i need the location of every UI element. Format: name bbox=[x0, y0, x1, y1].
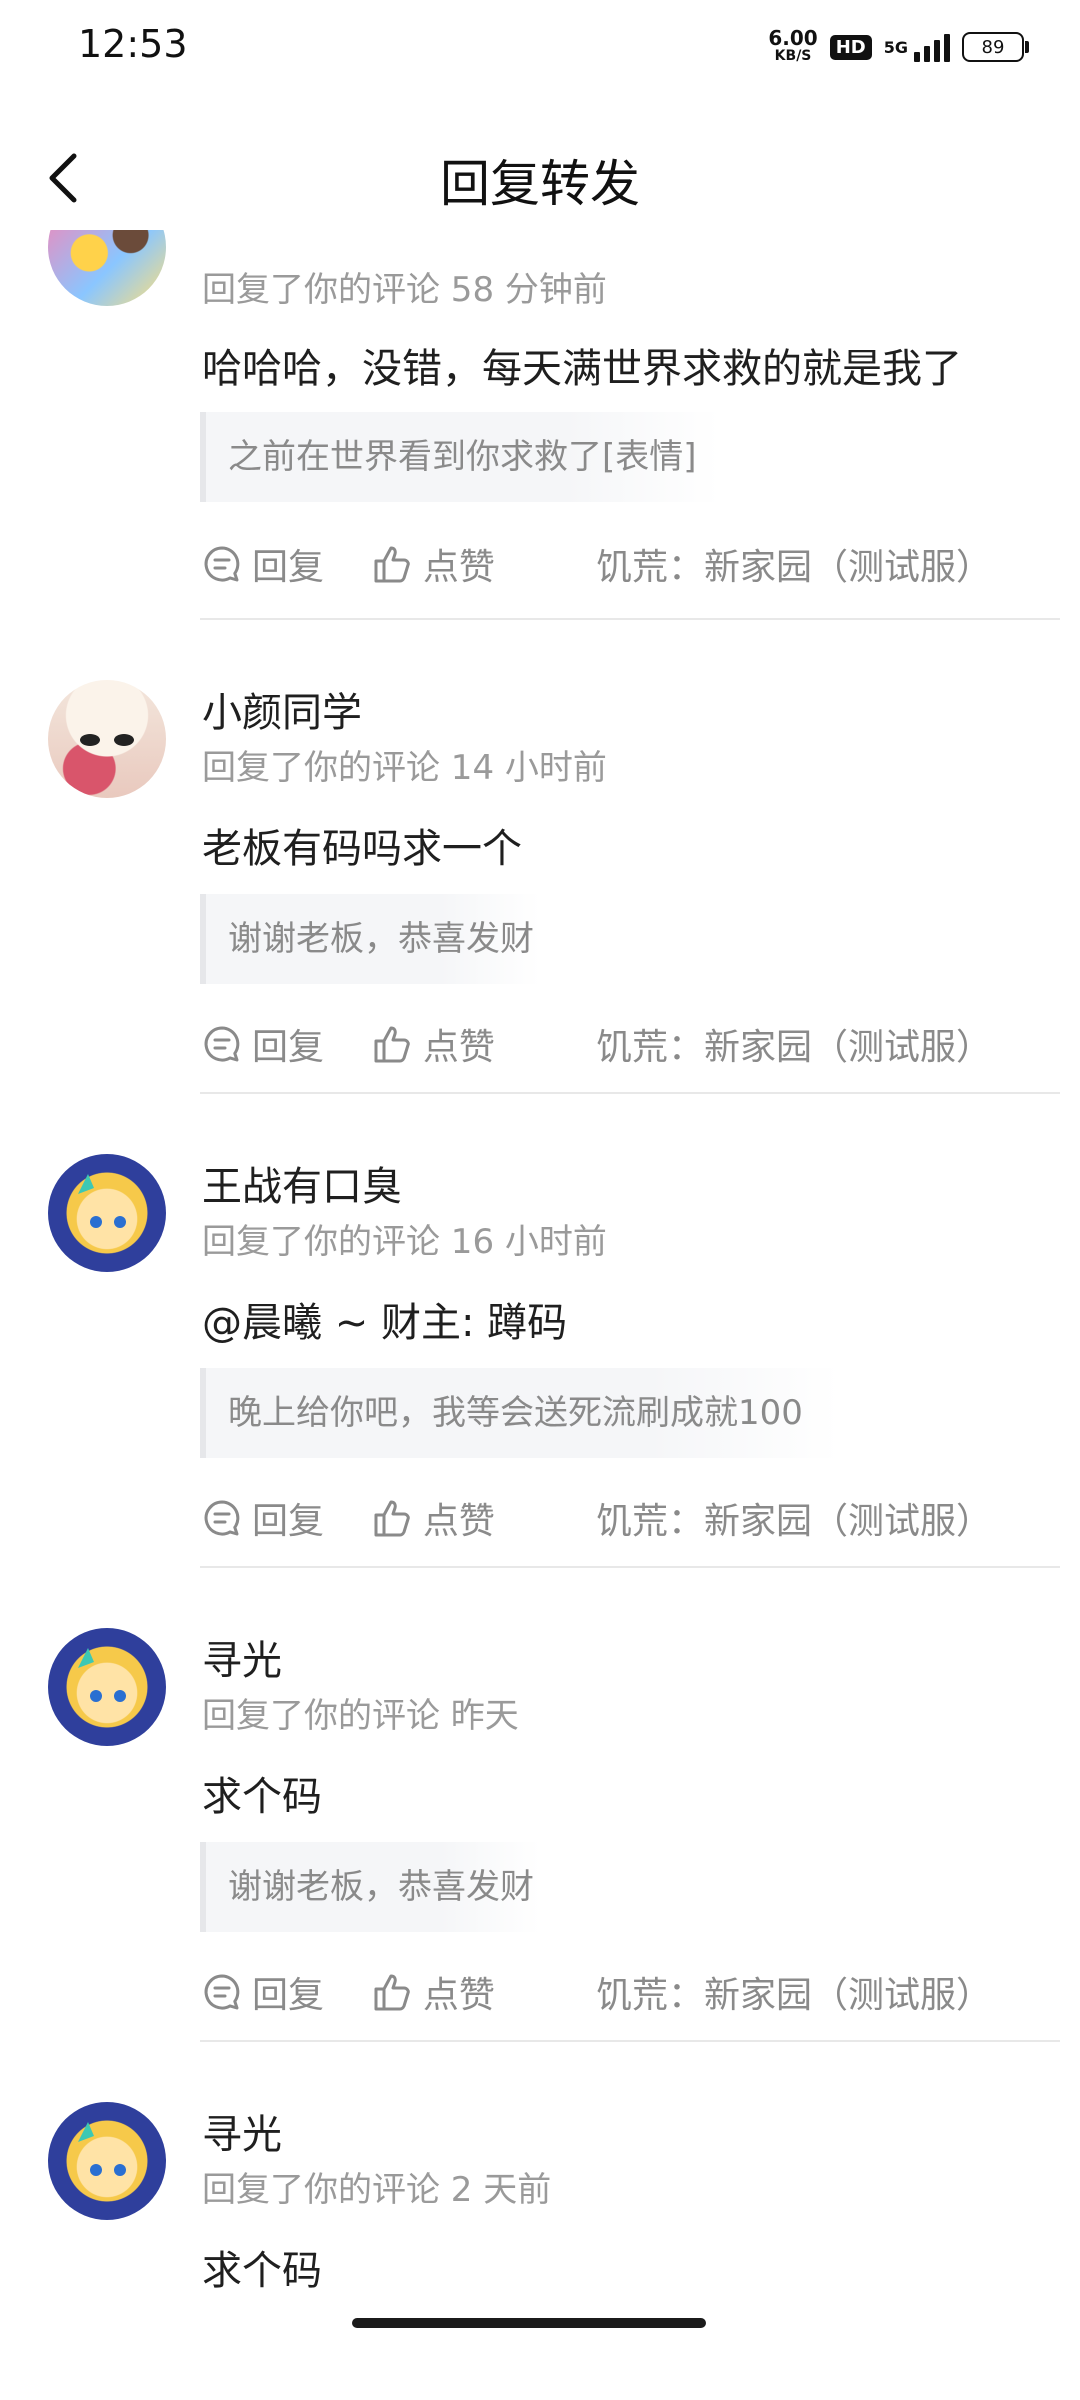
reply-meta: 回复了你的评论 昨天 bbox=[202, 1696, 519, 1736]
avatar-character-icon bbox=[78, 1174, 126, 1228]
network-speed: 6.00 KB/S bbox=[768, 26, 818, 65]
like-button[interactable]: 点赞 bbox=[371, 538, 596, 590]
comment-icon bbox=[204, 1974, 240, 2010]
reply-button[interactable]: 回复 bbox=[202, 1018, 371, 1070]
avatar[interactable] bbox=[48, 2102, 166, 2220]
avatar-character-icon bbox=[78, 1648, 126, 1702]
status-icons: 6.00 KB/S HD 5G 89 bbox=[768, 22, 1029, 72]
user-name[interactable]: 寻光 bbox=[202, 1628, 282, 1686]
reply-content: 求个码 bbox=[202, 2248, 322, 2294]
like-button[interactable]: 点赞 bbox=[371, 1966, 596, 2018]
comment-icon bbox=[204, 1026, 240, 1062]
network-speed-value: 6.00 bbox=[768, 26, 818, 50]
reply-meta: 回复了你的评论 16 小时前 bbox=[202, 1222, 607, 1262]
reply-item[interactable]: 寻光 回复了你的评论 昨天 求个码 谢谢老板，恭喜发财 回复 点赞 饥荒：新家园… bbox=[0, 1568, 1080, 2042]
reply-meta: 回复了你的评论 58 分钟前 bbox=[202, 270, 607, 310]
reply-item[interactable]: 回复了你的评论 58 分钟前 哈哈哈，没错，每天满世界求救的就是我了 之前在世界… bbox=[0, 230, 1080, 620]
signal-icon bbox=[914, 32, 950, 62]
reply-button[interactable]: 回复 bbox=[202, 1966, 371, 2018]
action-row: 回复 点赞 饥荒：新家园（测试服） bbox=[202, 1490, 1002, 1546]
thumbs-up-icon bbox=[374, 1974, 410, 2011]
reply-item[interactable]: 小颜同学 回复了你的评论 14 小时前 老板有码吗求一个 谢谢老板，恭喜发财 回… bbox=[0, 620, 1080, 1094]
like-label: 点赞 bbox=[422, 1501, 495, 1542]
avatar[interactable] bbox=[48, 1628, 166, 1746]
hd-badge: HD bbox=[829, 34, 872, 60]
game-tag[interactable]: 饥荒：新家园（测试服） bbox=[596, 1966, 1002, 2018]
user-name[interactable]: 寻光 bbox=[202, 2102, 282, 2160]
user-name[interactable]: 小颜同学 bbox=[202, 680, 362, 738]
quoted-comment[interactable]: 晚上给你吧，我等会送死流刷成就100 bbox=[200, 1368, 840, 1458]
user-name[interactable]: 王战有口臭 bbox=[202, 1154, 402, 1212]
reply-list[interactable]: 回复了你的评论 58 分钟前 哈哈哈，没错，每天满世界求救的就是我了 之前在世界… bbox=[0, 230, 1080, 2370]
avatar[interactable] bbox=[48, 1154, 166, 1272]
reply-label: 回复 bbox=[252, 1975, 325, 2016]
top-bar: 回复转发 bbox=[0, 120, 1080, 230]
reply-item[interactable]: 王战有口臭 回复了你的评论 16 小时前 @晨曦 ~ 财主: 蹲码 晚上给你吧，… bbox=[0, 1094, 1080, 1568]
status-bar: 12:53 6.00 KB/S HD 5G 89 bbox=[0, 0, 1080, 96]
action-row: 回复 点赞 饥荒：新家园（测试服） bbox=[202, 1964, 1002, 2020]
game-tag[interactable]: 饥荒：新家园（测试服） bbox=[596, 538, 1002, 590]
like-label: 点赞 bbox=[422, 1975, 495, 2016]
avatar-face-icon bbox=[80, 734, 134, 746]
status-time: 12:53 bbox=[78, 22, 188, 66]
like-button[interactable]: 点赞 bbox=[371, 1492, 596, 1544]
reply-content: 求个码 bbox=[202, 1774, 322, 1820]
battery-icon: 89 bbox=[962, 32, 1029, 62]
reply-content: 哈哈哈，没错，每天满世界求救的就是我了 bbox=[202, 346, 962, 392]
like-button[interactable]: 点赞 bbox=[371, 1018, 596, 1070]
game-tag[interactable]: 饥荒：新家园（测试服） bbox=[596, 1018, 1002, 1070]
comment-icon bbox=[204, 546, 240, 582]
quoted-comment[interactable]: 谢谢老板，恭喜发财 bbox=[200, 1842, 540, 1932]
page-title: 回复转发 bbox=[440, 155, 640, 213]
reply-button[interactable]: 回复 bbox=[202, 538, 371, 590]
thumbs-up-icon bbox=[374, 546, 410, 583]
home-indicator[interactable] bbox=[352, 2318, 706, 2328]
game-tag[interactable]: 饥荒：新家园（测试服） bbox=[596, 1492, 1002, 1544]
reply-meta: 回复了你的评论 14 小时前 bbox=[202, 748, 607, 788]
reply-button[interactable]: 回复 bbox=[202, 1492, 371, 1544]
quoted-comment[interactable]: 之前在世界看到你求救了[表情] bbox=[200, 412, 720, 502]
action-row: 回复 点赞 饥荒：新家园（测试服） bbox=[202, 1016, 1002, 1072]
network-type: 5G bbox=[883, 37, 908, 57]
thumbs-up-icon bbox=[374, 1026, 410, 1063]
battery-level: 89 bbox=[981, 36, 1005, 58]
reply-content: @晨曦 ~ 财主: 蹲码 bbox=[202, 1300, 568, 1346]
reply-content: 老板有码吗求一个 bbox=[202, 826, 522, 872]
quoted-comment[interactable]: 谢谢老板，恭喜发财 bbox=[200, 894, 540, 984]
reply-label: 回复 bbox=[252, 1501, 325, 1542]
avatar[interactable] bbox=[48, 680, 166, 798]
thumbs-up-icon bbox=[374, 1500, 410, 1537]
avatar-character-icon bbox=[78, 2122, 126, 2176]
reply-label: 回复 bbox=[252, 547, 325, 588]
action-row: 回复 点赞 饥荒：新家园（测试服） bbox=[202, 536, 1002, 592]
comment-icon bbox=[204, 1500, 240, 1536]
reply-label: 回复 bbox=[252, 1027, 325, 1068]
like-label: 点赞 bbox=[422, 547, 495, 588]
like-label: 点赞 bbox=[422, 1027, 495, 1068]
reply-meta: 回复了你的评论 2 天前 bbox=[202, 2170, 552, 2210]
avatar[interactable] bbox=[48, 230, 166, 306]
network-speed-unit: KB/S bbox=[774, 48, 812, 64]
